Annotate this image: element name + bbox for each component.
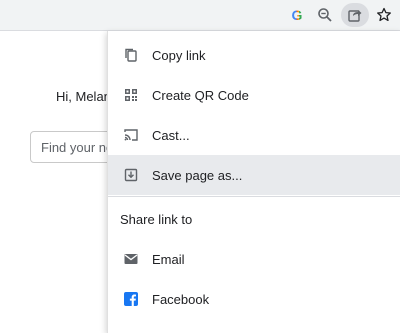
bookmark-star-icon[interactable] bbox=[372, 4, 396, 26]
menu-divider bbox=[108, 196, 400, 197]
menu-item-facebook[interactable]: Facebook bbox=[108, 279, 400, 319]
share-icon bbox=[347, 7, 363, 23]
qr-code-icon bbox=[122, 86, 140, 104]
cast-icon bbox=[122, 126, 140, 144]
menu-item-label: Email bbox=[152, 251, 185, 267]
browser-toolbar: G bbox=[0, 0, 400, 31]
share-menu: Copy link Create QR Code Cast... Save pa… bbox=[107, 31, 400, 333]
share-button[interactable] bbox=[341, 3, 369, 27]
facebook-icon bbox=[122, 290, 140, 308]
google-letter: G bbox=[291, 7, 303, 23]
email-icon bbox=[122, 250, 140, 268]
copy-icon bbox=[122, 46, 140, 64]
menu-item-label: Cast... bbox=[152, 127, 190, 143]
menu-item-label: Facebook bbox=[152, 291, 210, 307]
menu-item-save-page-as[interactable]: Save page as... bbox=[108, 155, 400, 195]
share-link-header: Share link to bbox=[120, 212, 193, 227]
menu-item-copy-link[interactable]: Copy link bbox=[108, 35, 400, 75]
google-icon[interactable]: G bbox=[285, 4, 309, 26]
menu-item-email[interactable]: Email bbox=[108, 239, 400, 279]
zoom-out-icon[interactable] bbox=[313, 4, 337, 26]
save-page-icon bbox=[122, 166, 140, 184]
menu-item-cast[interactable]: Cast... bbox=[108, 115, 400, 155]
menu-item-create-qr-code[interactable]: Create QR Code bbox=[108, 75, 400, 115]
menu-item-label: Save page as... bbox=[152, 167, 243, 183]
menu-item-label: Create QR Code bbox=[152, 87, 249, 103]
menu-item-label: Copy link bbox=[152, 47, 206, 63]
